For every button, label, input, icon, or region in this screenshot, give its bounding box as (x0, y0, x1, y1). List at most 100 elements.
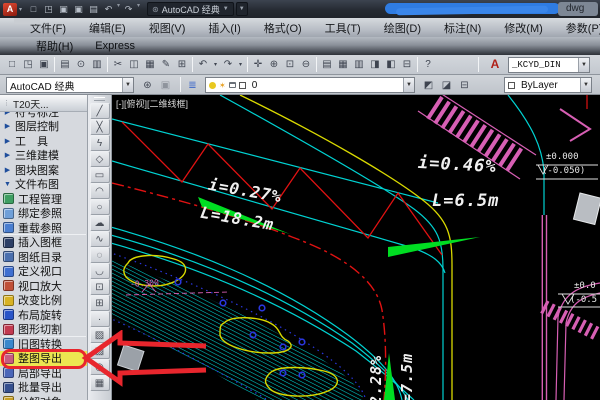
new-icon[interactable]: □ (4, 56, 20, 74)
viewport-controls[interactable]: [-][俯视][二维线框] (116, 97, 188, 110)
revision-cloud-icon[interactable]: ☁ (90, 215, 110, 231)
pan-icon[interactable]: ✛ (250, 56, 266, 74)
menu-item-4[interactable]: 格式(O) (264, 20, 302, 36)
sidebar-item-tools[interactable]: ▶工 具 (0, 134, 88, 149)
sidebar-item-bind-xref[interactable]: 绑定参照 (0, 206, 88, 221)
layer-previous-icon[interactable]: ◪ (438, 77, 455, 93)
save-icon[interactable]: ▣ (56, 2, 71, 16)
tool-palettes-icon[interactable]: ▥ (351, 56, 367, 74)
layer-properties-icon[interactable]: ≣ (184, 77, 201, 93)
workspace-dropdown[interactable]: AutoCAD 经典 ▼ (6, 77, 134, 93)
chevron-down-icon[interactable]: ▾ (117, 2, 120, 16)
autocad-logo-icon[interactable]: A (3, 3, 17, 16)
sidebar-item-explode-object[interactable]: 分解对象 (0, 395, 88, 400)
sidebar-item-layer-control[interactable]: ▶图层控制 (0, 119, 88, 134)
help-icon[interactable]: ? (420, 56, 436, 74)
sidebar-item-file-layout[interactable]: ▼文件布图 (0, 177, 88, 192)
sidebar-item-project-manager[interactable]: 工程管理 (0, 192, 88, 207)
menu-item-2[interactable]: 视图(V) (149, 20, 186, 36)
workspace-extra-dropdown[interactable]: ▼ (236, 2, 248, 16)
chevron-down-icon[interactable]: ▼ (580, 78, 591, 92)
undo-icon[interactable]: ↶ (195, 56, 211, 74)
menu-item-8[interactable]: 修改(M) (504, 20, 543, 36)
line-icon[interactable]: ╱ (90, 103, 110, 119)
layer-states-icon[interactable]: ⊟ (456, 77, 473, 93)
cut-icon[interactable]: ✂ (110, 56, 126, 74)
workspace-switcher[interactable]: ⊛ AutoCAD 经典 ▼ (147, 2, 234, 16)
zoom-realtime-icon[interactable]: ⊕ (266, 56, 282, 74)
menu-item-0[interactable]: 帮助(H) (36, 38, 73, 54)
redo-icon[interactable]: ↷ (220, 56, 236, 74)
insert-block-icon[interactable]: ⊡ (90, 279, 110, 295)
redo-drop-icon[interactable]: ▾ (236, 56, 245, 74)
zoom-window-icon[interactable]: ⊡ (282, 56, 298, 74)
ellipse-arc-icon[interactable]: ◡ (90, 263, 110, 279)
undo-icon[interactable]: ↶ (101, 2, 116, 16)
print-icon[interactable]: ▤ (86, 2, 101, 16)
menu-item-1[interactable]: 编辑(E) (89, 20, 126, 36)
logo-caret-icon[interactable]: ▾ (19, 6, 22, 13)
sidebar-item-reload-xref[interactable]: 重载参照 (0, 221, 88, 236)
toolbar-grip[interactable] (94, 97, 105, 101)
quick-calc-icon[interactable]: ⊟ (399, 56, 415, 74)
publish-icon[interactable]: ▥ (89, 56, 105, 74)
sidebar-item-drawing-cut[interactable]: 图形切割 (0, 322, 88, 337)
block-editor-icon[interactable]: ⊞ (174, 56, 190, 74)
style-dropdown[interactable]: _KCYD_DIN ▼ (508, 57, 590, 73)
design-center-icon[interactable]: ▦ (335, 56, 351, 74)
sidebar-item-viewport-zoom[interactable]: 视口放大 (0, 279, 88, 294)
make-block-icon[interactable]: ⊞ (90, 295, 110, 311)
open-icon[interactable]: ◳ (41, 2, 56, 16)
layer-on-bulb-icon[interactable] (209, 82, 216, 89)
menu-item-1[interactable]: Express (95, 40, 135, 52)
layer-dropdown[interactable]: ✶ 0 ▼ (205, 77, 415, 93)
chevron-down-icon[interactable]: ▾ (137, 2, 140, 16)
layer-color-swatch[interactable] (239, 82, 246, 89)
match-properties-icon[interactable]: ✎ (158, 56, 174, 74)
markup-icon[interactable]: ◧ (383, 56, 399, 74)
spline-icon[interactable]: ∿ (90, 231, 110, 247)
print-icon[interactable]: ▤ (57, 56, 73, 74)
sidebar-item-3d-modeling[interactable]: ▶三维建模 (0, 148, 88, 163)
sidebar-item-export-batch[interactable]: 批量导出 (0, 380, 88, 395)
chevron-down-icon[interactable]: ▼ (403, 78, 414, 92)
workspace-settings-icon[interactable]: ⊛ (139, 77, 156, 93)
chevron-down-icon[interactable]: ▼ (578, 58, 589, 72)
sheet-set-manager-icon[interactable]: ◨ (367, 56, 383, 74)
save-icon[interactable]: ▣ (36, 56, 52, 74)
layer-lock-icon[interactable] (229, 82, 236, 88)
sidebar-item-change-scale[interactable]: 改变比例 (0, 293, 88, 308)
polygon-icon[interactable]: ◇ (90, 151, 110, 167)
menu-item-3[interactable]: 插入(I) (208, 20, 240, 36)
open-icon[interactable]: ◳ (20, 56, 36, 74)
undo-drop-icon[interactable]: ▾ (211, 56, 220, 74)
sidebar-item-define-viewport[interactable]: 定义视口 (0, 264, 88, 279)
menu-item-9[interactable]: 参数(P) (566, 20, 600, 36)
sidebar-item-layout-rotate[interactable]: 布局旋转 (0, 308, 88, 323)
construction-line-icon[interactable]: ╳ (90, 119, 110, 135)
copy-icon[interactable]: ◫ (126, 56, 142, 74)
paste-icon[interactable]: ▦ (142, 56, 158, 74)
menu-item-5[interactable]: 工具(T) (325, 20, 361, 36)
circle-icon[interactable]: ○ (90, 199, 110, 215)
text-style-icon[interactable]: A (486, 57, 504, 71)
zoom-previous-icon[interactable]: ⊖ (298, 56, 314, 74)
save-as-icon[interactable]: ▣ (71, 2, 86, 16)
sidebar-item-block-pattern[interactable]: ▶图块图案 (0, 163, 88, 178)
rectangle-icon[interactable]: ▭ (90, 167, 110, 183)
panel-header[interactable]: ⋮ T20天... (0, 95, 88, 112)
color-dropdown[interactable]: ByLayer ▼ (504, 77, 592, 93)
print-preview-icon[interactable]: ⊙ (73, 56, 89, 74)
polyline-icon[interactable]: ϟ (90, 135, 110, 151)
new-icon[interactable]: □ (26, 2, 41, 16)
workspace-lock-icon[interactable]: ▣ (157, 77, 174, 93)
layer-freeze-sun-icon[interactable]: ✶ (219, 81, 226, 90)
ellipse-icon[interactable]: ◌ (90, 247, 110, 263)
properties-icon[interactable]: ▤ (319, 56, 335, 74)
point-icon[interactable]: · (90, 311, 110, 327)
make-layer-current-icon[interactable]: ◩ (420, 77, 437, 93)
menu-item-6[interactable]: 绘图(D) (384, 20, 421, 36)
menu-item-7[interactable]: 标注(N) (444, 20, 481, 36)
chevron-down-icon[interactable]: ▼ (122, 78, 133, 92)
sidebar-item-sheet-catalog[interactable]: 图纸目录 (0, 250, 88, 265)
